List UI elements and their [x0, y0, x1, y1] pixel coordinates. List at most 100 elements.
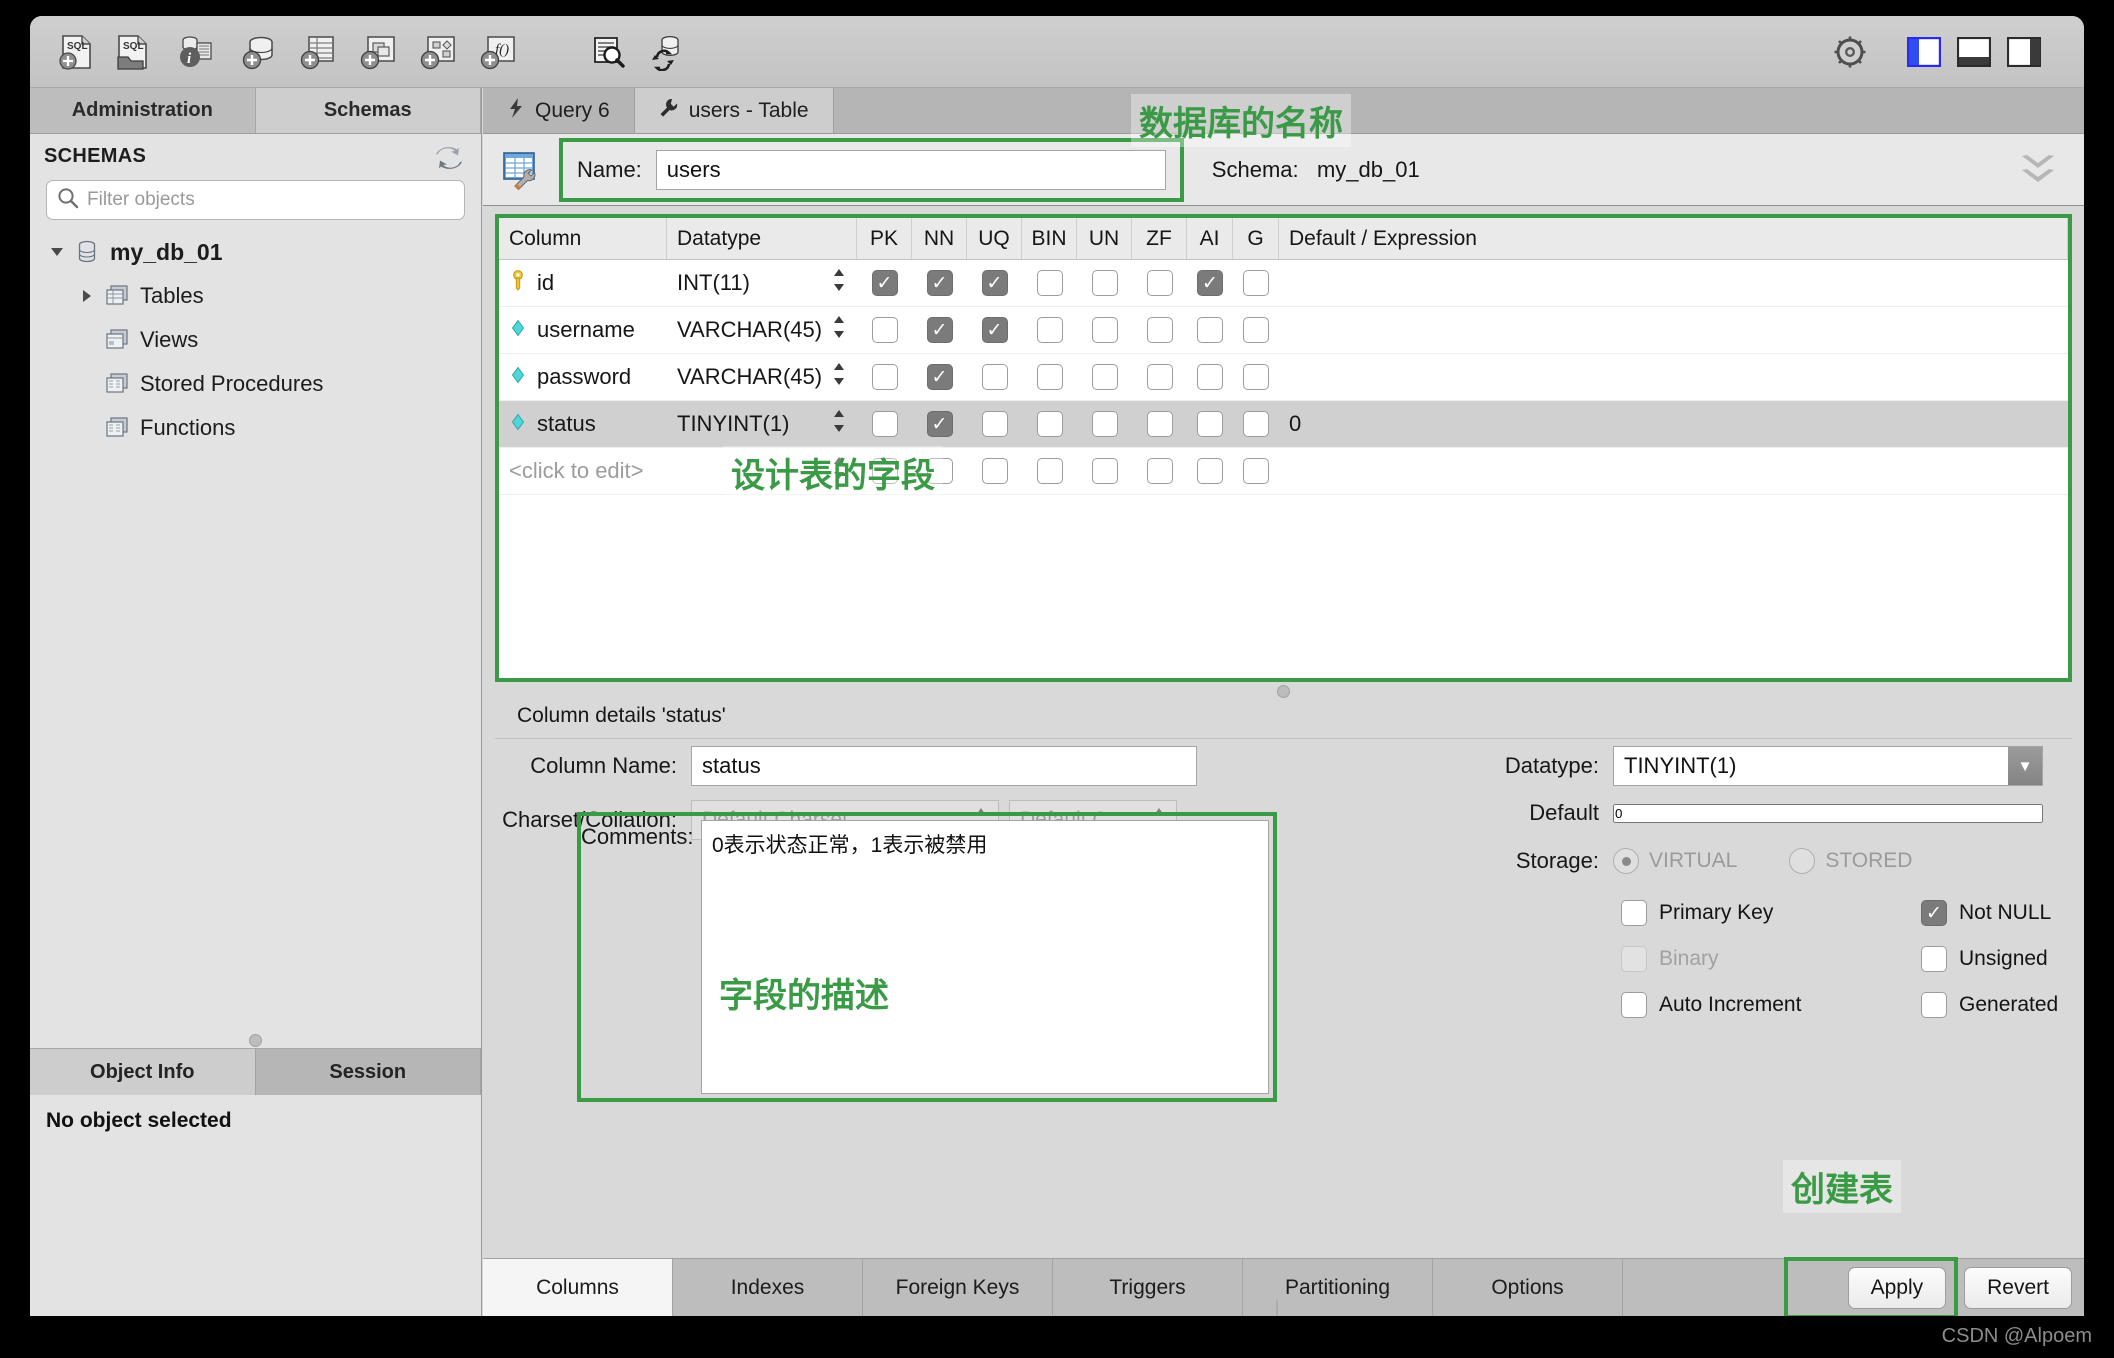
- cell-pk[interactable]: [857, 354, 912, 400]
- table-row[interactable]: username VARCHAR(45): [499, 307, 2068, 354]
- tab-query-6[interactable]: Query 6: [483, 88, 635, 133]
- cell-ai[interactable]: [1187, 260, 1233, 306]
- inspector-icon[interactable]: i: [174, 30, 218, 74]
- checkbox-ai[interactable]: [1197, 270, 1223, 296]
- search-table-data-icon[interactable]: [586, 30, 630, 74]
- cell-zf[interactable]: [1132, 307, 1187, 353]
- new-sql-file-icon[interactable]: SQL: [54, 30, 98, 74]
- sidebar-item-stored-procedures[interactable]: Stored Procedures: [30, 362, 481, 406]
- apply-button[interactable]: Apply: [1847, 1266, 1947, 1309]
- cell-zf[interactable]: [1132, 448, 1187, 494]
- cell-pk[interactable]: [857, 307, 912, 353]
- cell-column-name[interactable]: id: [499, 260, 667, 306]
- collapse-double-chevron-icon[interactable]: [2016, 152, 2060, 193]
- cell-un[interactable]: [1077, 354, 1132, 400]
- checkbox-generated[interactable]: [1921, 992, 1947, 1018]
- table-name-input[interactable]: [655, 149, 1166, 190]
- checkbox-zf[interactable]: [1146, 364, 1173, 390]
- cell-zf[interactable]: [1132, 401, 1187, 447]
- checkbox-zf[interactable]: [1146, 411, 1173, 437]
- refresh-icon[interactable]: [435, 145, 463, 176]
- checkbox-g[interactable]: [1243, 364, 1269, 390]
- cell-ai[interactable]: [1187, 307, 1233, 353]
- checkbox-ai[interactable]: [1197, 317, 1223, 343]
- bottom-splitter[interactable]: [1275, 1299, 1292, 1316]
- checkbox-g[interactable]: [1243, 317, 1269, 343]
- sidebar-item-my-db-01[interactable]: my_db_01: [30, 230, 481, 274]
- cell-bin[interactable]: [1022, 260, 1077, 306]
- radio-virtual[interactable]: [1613, 848, 1639, 874]
- checkbox-bin[interactable]: [1036, 411, 1063, 437]
- cell-datatype[interactable]: VARCHAR(45): [667, 354, 857, 400]
- cell-bin[interactable]: [1022, 307, 1077, 353]
- table-row[interactable]: id INT(11): [499, 260, 2068, 307]
- cell-un[interactable]: [1077, 260, 1132, 306]
- checkbox-uq[interactable]: [981, 458, 1008, 484]
- toggle-output-icon[interactable]: [1952, 30, 1996, 74]
- flag-primary-key[interactable]: Primary Key: [1621, 900, 1921, 926]
- cell-nn[interactable]: [912, 401, 967, 447]
- cell-un[interactable]: [1077, 448, 1132, 494]
- cell-datatype[interactable]: TINYINT(1): [667, 401, 857, 447]
- cell-g[interactable]: [1233, 354, 1279, 400]
- cell-bin[interactable]: [1022, 354, 1077, 400]
- cell-column-name[interactable]: status: [499, 401, 667, 447]
- cell-nn[interactable]: [912, 260, 967, 306]
- new-table-icon[interactable]: [296, 30, 340, 74]
- datatype-select[interactable]: TINYINT(1) ▼: [1613, 746, 2043, 786]
- checkbox-ai[interactable]: [1197, 458, 1223, 484]
- header-ai[interactable]: AI: [1187, 218, 1233, 259]
- cell-uq[interactable]: [967, 260, 1022, 306]
- checkbox-nn[interactable]: [926, 411, 953, 437]
- cell-g[interactable]: [1233, 401, 1279, 447]
- checkbox-uq[interactable]: [981, 317, 1008, 343]
- reconnect-server-icon[interactable]: [646, 30, 690, 74]
- cell-ai[interactable]: [1187, 354, 1233, 400]
- filter-objects-box[interactable]: [46, 180, 465, 220]
- checkbox-uq[interactable]: [981, 411, 1008, 437]
- cell-uq[interactable]: [967, 307, 1022, 353]
- stepper-icon[interactable]: [831, 408, 847, 440]
- cell-nn[interactable]: [912, 354, 967, 400]
- column-name-input[interactable]: [691, 746, 1197, 786]
- checkbox-pk[interactable]: [871, 270, 898, 296]
- checkbox-un[interactable]: [1091, 270, 1118, 296]
- comments-textarea[interactable]: [701, 820, 1269, 1094]
- gear-icon[interactable]: [1828, 30, 1872, 74]
- header-pk[interactable]: PK: [857, 218, 912, 259]
- checkbox-un[interactable]: [1091, 317, 1118, 343]
- cell-datatype[interactable]: VARCHAR(45): [667, 307, 857, 353]
- checkbox-ai[interactable]: [1197, 411, 1223, 437]
- tab-indexes[interactable]: Indexes: [673, 1259, 863, 1316]
- checkbox-auto-increment[interactable]: [1621, 992, 1647, 1018]
- header-default-expression[interactable]: Default / Expression: [1279, 218, 2068, 259]
- default-input[interactable]: [1613, 803, 2043, 823]
- new-function-icon[interactable]: f(): [476, 30, 520, 74]
- flag-not-null[interactable]: Not NULL: [1921, 900, 2084, 926]
- toggle-secondary-sidebar-icon[interactable]: [2002, 30, 2046, 74]
- chevron-down-icon[interactable]: [44, 243, 70, 261]
- revert-button[interactable]: Revert: [1964, 1266, 2072, 1309]
- open-sql-file-icon[interactable]: SQL: [110, 30, 154, 74]
- cell-default[interactable]: [1279, 307, 2068, 353]
- checkbox-zf[interactable]: [1146, 317, 1173, 343]
- checkbox-un[interactable]: [1091, 411, 1118, 437]
- checkbox-primary-key[interactable]: [1621, 900, 1647, 926]
- sidebar-item-functions[interactable]: Functions: [30, 406, 481, 450]
- flag-generated[interactable]: Generated: [1921, 992, 2084, 1018]
- tab-users-table[interactable]: users - Table: [634, 88, 834, 133]
- cell-nn[interactable]: [912, 307, 967, 353]
- checkbox-bin[interactable]: [1036, 270, 1063, 296]
- checkbox-pk[interactable]: [871, 317, 898, 343]
- checkbox-bin[interactable]: [1036, 317, 1063, 343]
- checkbox-unsigned[interactable]: [1921, 946, 1947, 972]
- header-un[interactable]: UN: [1077, 218, 1132, 259]
- flag-unsigned[interactable]: Unsigned: [1921, 946, 2084, 972]
- stepper-icon[interactable]: [831, 361, 847, 393]
- cell-g[interactable]: [1233, 448, 1279, 494]
- cell-default[interactable]: [1279, 260, 2068, 306]
- sidebar-item-tables[interactable]: Tables: [30, 274, 481, 318]
- sidebar-tab-schemas[interactable]: Schemas: [255, 88, 481, 133]
- checkbox-pk[interactable]: [871, 411, 898, 437]
- chevron-right-icon[interactable]: [74, 287, 100, 305]
